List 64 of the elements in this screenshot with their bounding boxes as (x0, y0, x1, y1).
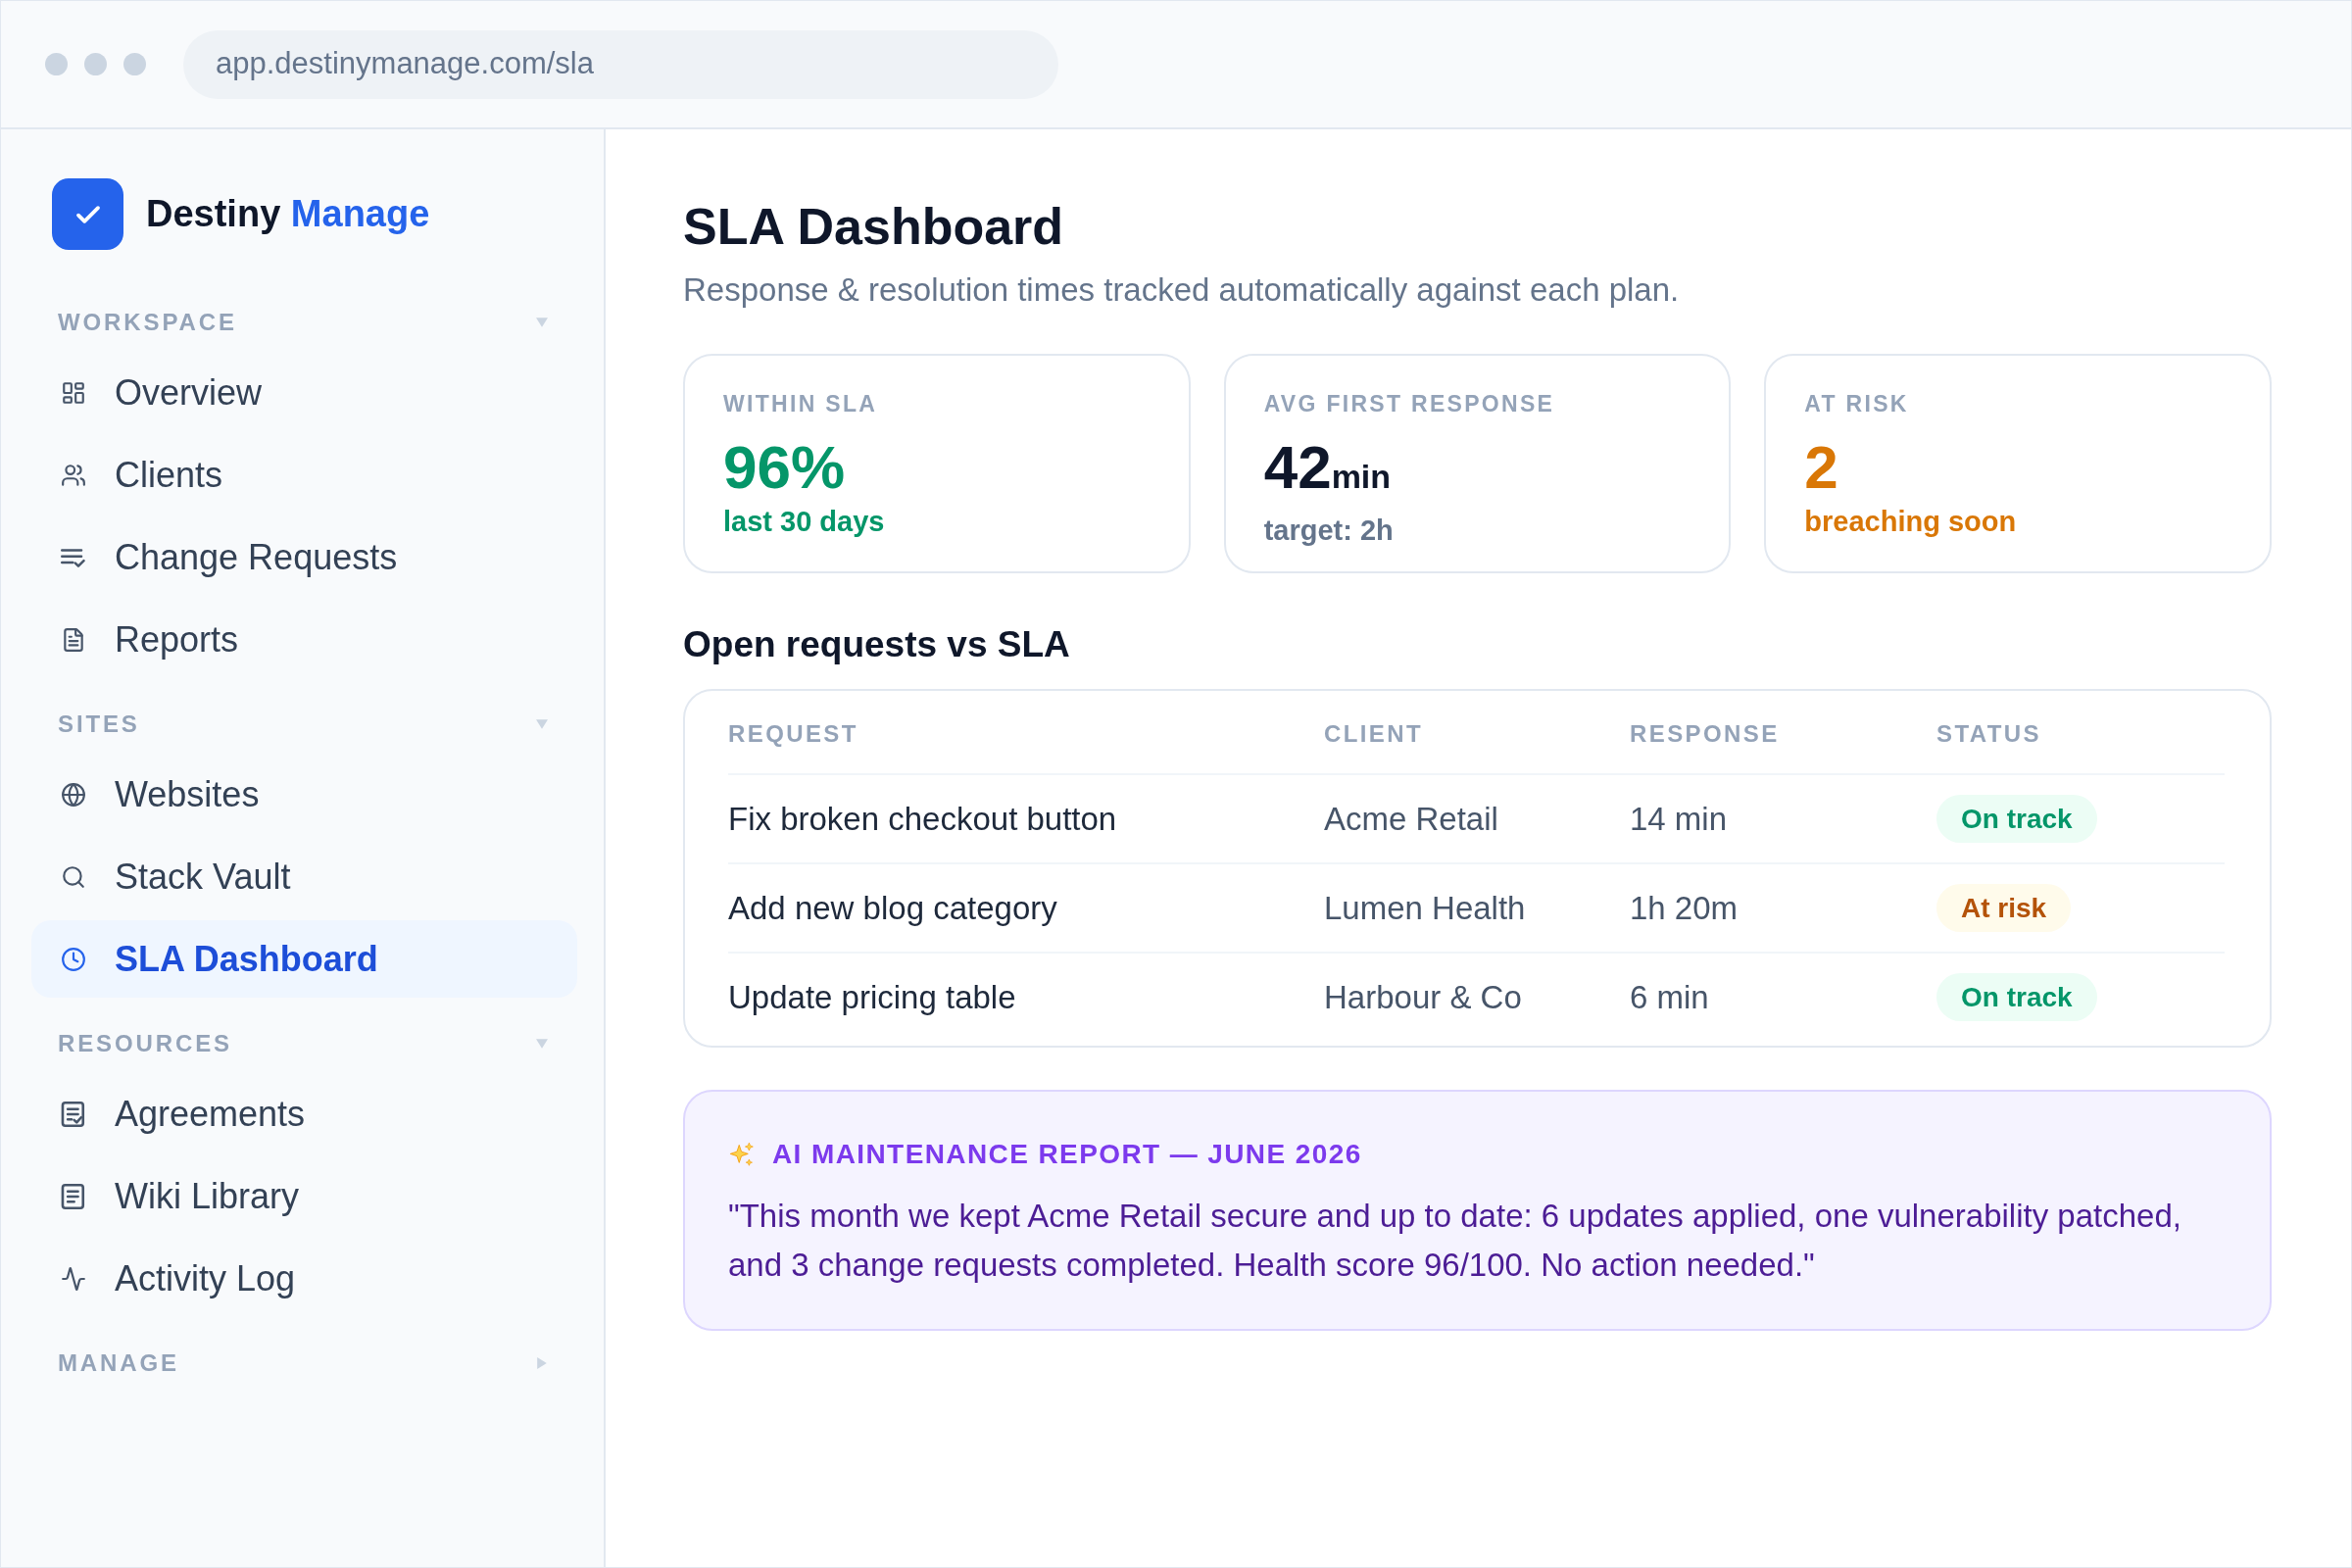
nav-item[interactable]: Websites (31, 756, 577, 833)
status-badge: On track (1936, 973, 2097, 1021)
pulse-icon (61, 1265, 86, 1292)
stat-note: target: 2h (1263, 514, 1395, 548)
table-cell-text: Harbour & Co (1324, 977, 1522, 1017)
window-control-icon[interactable] (45, 53, 68, 75)
table-cell-text: Fix broken checkout button (728, 799, 1117, 839)
section-heading: WORKSPACE (58, 308, 237, 337)
stat-label: AT RISK (1804, 390, 1910, 418)
column-header: CLIENT (1324, 719, 1425, 749)
section-title: Open requests vs SLA (683, 623, 1071, 666)
address-bar[interactable]: app.destinymanage.com/sla (183, 29, 1058, 99)
nav-item[interactable]: Agreements (31, 1075, 577, 1152)
nav-item[interactable]: Wiki Library (31, 1157, 577, 1235)
status-badge: On track (1936, 795, 2097, 843)
section-heading: SITES (58, 710, 140, 739)
section-heading: MANAGE (58, 1348, 179, 1378)
table-cell-text: 14 min (1630, 799, 1728, 839)
nav-item[interactable]: Reports (31, 601, 577, 678)
caret-icon[interactable] (536, 1038, 548, 1050)
table-cell-text: Add new blog category (728, 888, 1057, 928)
nav-item[interactable]: Clients (31, 436, 577, 514)
table-cell-text: 6 min (1630, 977, 1709, 1017)
nav-item[interactable]: SLA Dashboard (31, 920, 577, 998)
column-header: REQUEST (728, 719, 859, 749)
sparkle-icon (728, 1141, 755, 1168)
table-cell-text: 1h 20m (1630, 888, 1739, 928)
layout-icon (61, 379, 86, 406)
check-logo-icon (52, 178, 123, 250)
stat-value: 42min (1263, 434, 1393, 503)
caret-icon[interactable] (536, 1357, 548, 1369)
magnifier-icon (61, 863, 86, 890)
document-check-icon (61, 1101, 86, 1127)
report-title: AI MAINTENANCE REPORT — JUNE 2026 (772, 1138, 1362, 1171)
page-title: SLA Dashboard (683, 197, 1065, 257)
page-subtitle: Response & resolution times tracked automatically against each plan. (683, 270, 1681, 310)
stat-label: WITHIN SLA (723, 390, 879, 418)
section-heading: RESOURCES (58, 1029, 232, 1058)
table-cell-text: Update pricing table (728, 977, 1016, 1017)
stat-label: AVG FIRST RESPONSE (1263, 390, 1556, 418)
status-badge: At risk (1936, 884, 2072, 932)
window-control-icon[interactable] (84, 53, 107, 75)
people-icon (61, 462, 86, 488)
caret-icon[interactable] (536, 317, 548, 328)
brand-name: Destiny Manage (146, 192, 430, 236)
document-lines-icon (61, 1183, 86, 1209)
stat-note: breaching soon (1804, 505, 2018, 539)
caret-icon[interactable] (536, 718, 548, 730)
nav-item[interactable]: Change Requests (31, 518, 577, 596)
table-cell-text: Lumen Health (1324, 888, 1526, 928)
column-header: RESPONSE (1630, 719, 1781, 749)
nav-item[interactable]: Stack Vault (31, 838, 577, 915)
column-header: STATUS (1936, 719, 2042, 749)
clock-icon (61, 946, 86, 972)
table-cell-text: Acme Retail (1324, 799, 1498, 839)
stat-note: last 30 days (723, 505, 886, 539)
nav-item[interactable]: Activity Log (31, 1240, 577, 1317)
nav-item[interactable]: Overview (31, 354, 577, 431)
window-control-icon[interactable] (123, 53, 146, 75)
stat-value: 96% (723, 434, 847, 501)
report-text: "This month we kept Acme Retail secure and up to date: 6 updates applied, one vulnerability patched, and 3 change requests completed. Health score 96/100. No action needed." (728, 1197, 2182, 1285)
globe-icon (61, 781, 86, 808)
document-icon (61, 626, 86, 653)
stat-value: 2 (1804, 434, 1839, 501)
